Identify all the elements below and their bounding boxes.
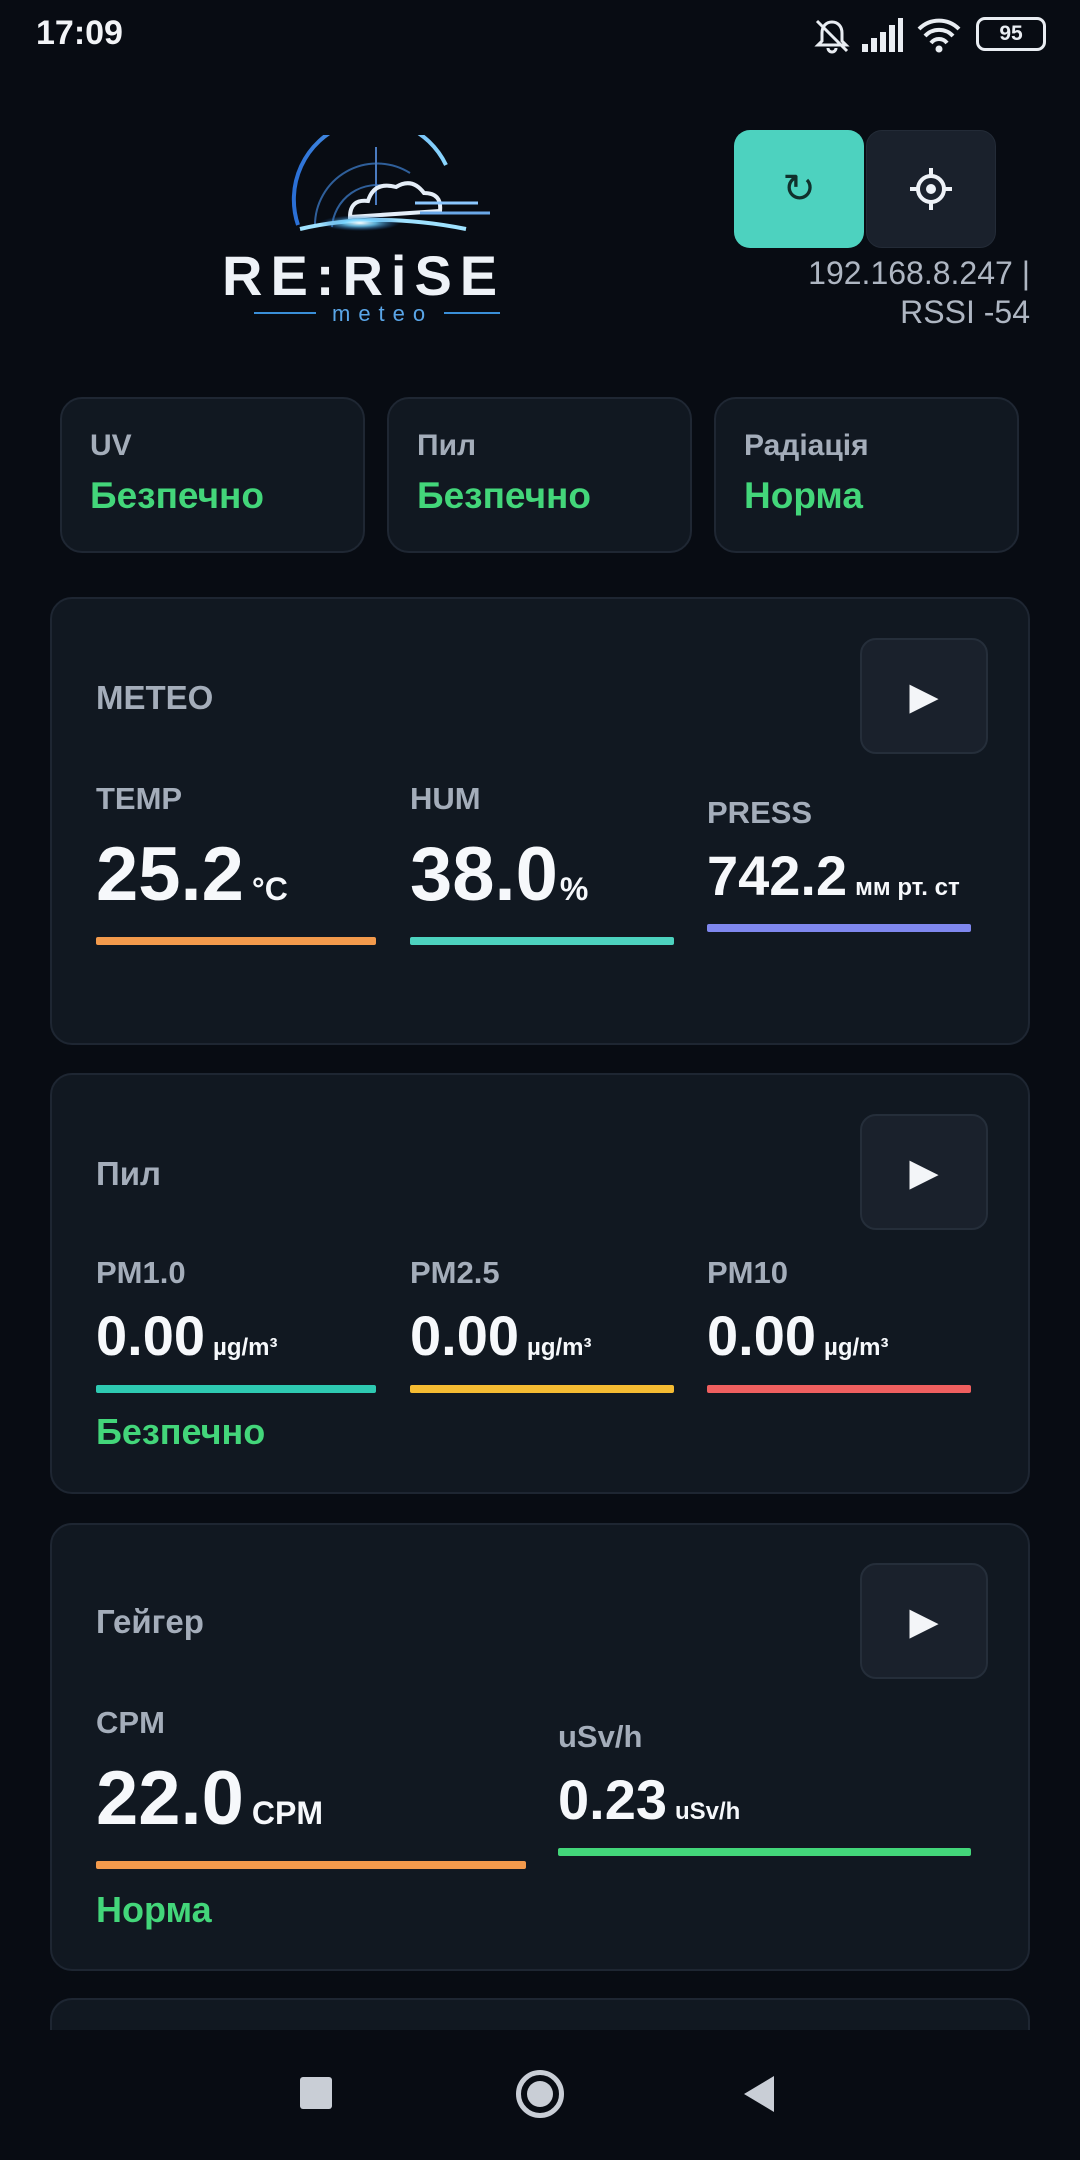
metric-unit: µg/m³ xyxy=(824,1334,889,1361)
chip-label: UV xyxy=(90,429,132,462)
metric-label: PRESS xyxy=(707,795,813,830)
dust-play-button[interactable]: ▶ xyxy=(860,1114,988,1230)
metric-value: 22.0 xyxy=(96,1756,244,1841)
usvh-metric: uSv/h 0.23 uSv/h xyxy=(558,1719,740,1832)
status-time: 17:09 xyxy=(36,14,123,52)
metric-value: 25.2 xyxy=(96,832,244,917)
temp-metric: TEMP 25.2 °C xyxy=(96,781,288,918)
chip-label: Радіація xyxy=(744,429,869,462)
metric-unit: мм рт. ст xyxy=(855,874,960,901)
metric-unit: µg/m³ xyxy=(527,1334,592,1361)
metric-label: TEMP xyxy=(96,781,183,816)
play-icon: ▶ xyxy=(909,1600,939,1643)
network-info: 192.168.8.247 | RSSI -54 xyxy=(700,254,1030,332)
card-title: METEO xyxy=(96,679,214,716)
metric-unit: uSv/h xyxy=(675,1798,741,1825)
metric-value: 38.0 xyxy=(410,832,558,917)
metric-value: 0.00 xyxy=(707,1304,816,1367)
metric-label: PM2.5 xyxy=(410,1255,500,1290)
signal-icon xyxy=(862,18,903,52)
metric-value: 0.23 xyxy=(558,1768,667,1831)
metric-value: 742.2 xyxy=(707,844,848,907)
refresh-button[interactable]: ↻ xyxy=(734,130,864,248)
hum-metric: HUM 38.0% xyxy=(410,781,588,918)
back-button[interactable] xyxy=(742,2074,776,2114)
metric-unit: µg/m³ xyxy=(213,1334,278,1361)
chip-value: Безпечно xyxy=(417,475,591,516)
metric-unit: °C xyxy=(251,871,288,907)
metric-label: HUM xyxy=(410,781,481,816)
geiger-play-button[interactable]: ▶ xyxy=(860,1563,988,1679)
metric-unit: % xyxy=(559,871,589,907)
pm25-bar xyxy=(410,1385,674,1393)
cpm-metric: CPM 22.0 CPM xyxy=(96,1705,323,1842)
meteo-play-button[interactable]: ▶ xyxy=(860,638,988,754)
pm10-bar xyxy=(707,1385,971,1393)
ip-address: 192.168.8.247 | xyxy=(808,255,1030,291)
geiger-status: Норма xyxy=(96,1889,212,1930)
cpm-bar xyxy=(96,1861,526,1869)
dust-status: Безпечно xyxy=(96,1411,266,1452)
logo-graphic: RE:RiSE meteo xyxy=(222,117,505,326)
metric-label: PM1.0 xyxy=(96,1255,186,1290)
navigation-bar xyxy=(0,2030,1080,2160)
uv-status-chip: UV Безпечно xyxy=(60,397,365,553)
play-icon: ▶ xyxy=(909,1151,939,1194)
app-logo: RE:RiSE meteo xyxy=(210,117,550,335)
rssi-value: RSSI -54 xyxy=(900,294,1030,330)
temp-bar xyxy=(96,937,376,945)
wifi-icon xyxy=(917,18,961,53)
dust-status-chip: Пил Безпечно xyxy=(387,397,692,553)
play-icon: ▶ xyxy=(909,675,939,718)
metric-label: CPM xyxy=(96,1705,165,1740)
metric-label: uSv/h xyxy=(558,1719,643,1754)
press-metric: PRESS 742.2 мм рт. ст xyxy=(707,795,960,908)
pm1-metric: PM1.0 0.00 µg/m³ xyxy=(96,1255,278,1368)
home-inner xyxy=(527,2081,553,2107)
pm25-metric: PM2.5 0.00 µg/m³ xyxy=(410,1255,592,1368)
gear-icon xyxy=(910,168,952,210)
chip-label: Пил xyxy=(417,429,477,462)
recents-button[interactable] xyxy=(300,2077,332,2109)
chip-value: Безпечно xyxy=(90,475,264,516)
logo-subtext: meteo xyxy=(332,301,433,326)
metric-label: PM10 xyxy=(707,1255,788,1290)
usvh-bar xyxy=(558,1848,971,1856)
radiation-status-chip: Радіація Норма xyxy=(714,397,1019,553)
refresh-icon: ↻ xyxy=(782,167,816,211)
hum-bar xyxy=(410,937,674,945)
chip-value: Норма xyxy=(744,475,863,516)
dust-card: Пил ▶ PM1.0 0.00 µg/m³ PM2.5 0.00 µg/m³ PM… xyxy=(50,1073,1030,1494)
meteo-card: METEO ▶ TEMP 25.2 °C HUM 38.0% PRESS 742.… xyxy=(50,597,1030,1045)
mute-icon xyxy=(814,19,850,54)
battery-level: 95 xyxy=(999,22,1023,45)
status-bar: 17:09 95 xyxy=(0,0,1080,70)
logo-text: RE:RiSE xyxy=(222,244,505,307)
geiger-card: Гейгер ▶ CPM 22.0 CPM uSv/h 0.23 uSv/h Нор… xyxy=(50,1523,1030,1971)
pm10-metric: PM10 0.00 µg/m³ xyxy=(707,1255,889,1368)
card-title: Пил xyxy=(96,1155,161,1192)
metric-value: 0.00 xyxy=(410,1304,519,1367)
press-bar xyxy=(707,924,971,932)
pm1-bar xyxy=(96,1385,376,1393)
metric-value: 0.00 xyxy=(96,1304,205,1367)
battery-icon: 95 xyxy=(976,17,1046,51)
card-title: Гейгер xyxy=(96,1603,204,1640)
metric-unit: CPM xyxy=(251,1795,324,1831)
settings-button[interactable] xyxy=(866,130,996,248)
home-button[interactable] xyxy=(516,2070,564,2118)
